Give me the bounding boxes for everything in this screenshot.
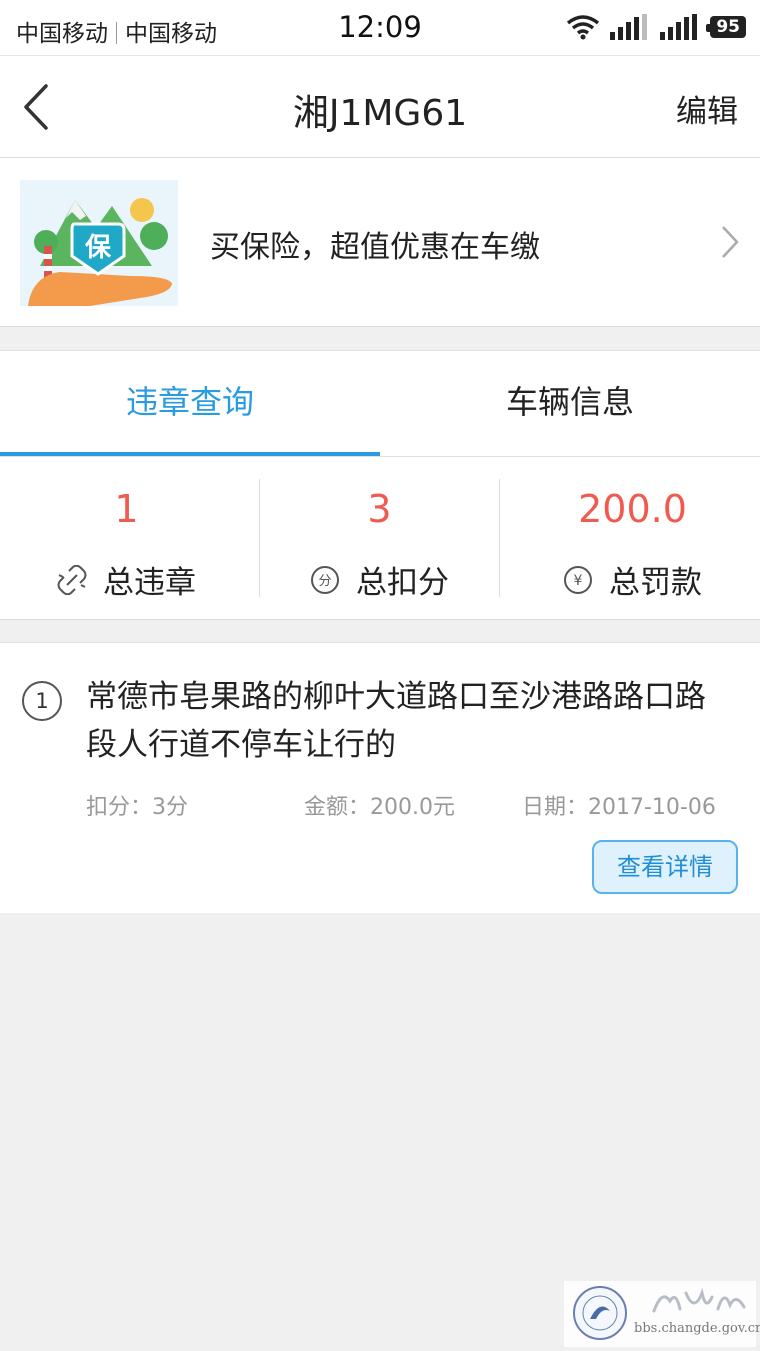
- points-icon: 分: [311, 565, 339, 594]
- insurance-banner[interactable]: 保 买保险，超值优惠在车缴: [0, 158, 760, 327]
- record-amount: 金额：200.0元: [304, 795, 455, 820]
- yuan-icon: ¥: [564, 565, 592, 594]
- tab-vehicle-info[interactable]: 车辆信息: [380, 351, 760, 455]
- insurance-badge-char: 保: [84, 233, 112, 263]
- wifi-icon: [567, 15, 600, 40]
- record-index: 1: [22, 681, 62, 721]
- status-bar: 中国移动 中国移动 12:09 95: [0, 0, 760, 56]
- forum-seal-icon: [573, 1286, 627, 1340]
- status-icons: 95: [566, 12, 746, 42]
- points-icon-char: 分: [318, 574, 331, 589]
- view-details-button[interactable]: 查看详情: [592, 840, 738, 894]
- stat-label: 总扣分: [356, 565, 449, 601]
- stat-total-violations: 1 总违章: [0, 457, 253, 618]
- chevron-right-icon: [722, 226, 739, 258]
- stat-value: 1: [114, 487, 139, 531]
- violation-record: 1 常德市皂果路的柳叶大道路口至沙港路路口路段人行道不停车让行的 扣分：3分 金…: [0, 642, 760, 913]
- yuan-icon-char: ¥: [574, 573, 583, 589]
- tabs-panel: 违章查询 车辆信息 1 总违章 3 分 总扣分 200.0 ¥ 总罚款: [0, 350, 760, 620]
- banner-text: 买保险，超值优惠在车缴: [210, 230, 540, 265]
- stat-value: 200.0: [578, 487, 687, 531]
- stat-divider: [499, 479, 500, 597]
- page-title: 湘J1MG61: [292, 93, 468, 134]
- stat-total-fine: 200.0 ¥ 总罚款: [506, 457, 759, 618]
- broken-link-icon: [57, 564, 87, 595]
- stat-value: 3: [367, 487, 392, 531]
- stat-label: 总罚款: [609, 565, 702, 601]
- forum-watermark: bbs.changde.gov.cn: [564, 1281, 760, 1347]
- battery-indicator: 95: [706, 16, 746, 38]
- record-date: 日期：2017-10-06: [522, 795, 716, 820]
- edit-button[interactable]: 编辑: [676, 86, 738, 131]
- stat-label-row: 总违章: [0, 557, 253, 602]
- insurance-illustration-icon: 保: [20, 180, 178, 306]
- tab-violation-query[interactable]: 违章查询: [0, 351, 380, 455]
- signal-icon-2: [660, 14, 698, 40]
- stat-label: 总违章: [103, 565, 196, 601]
- record-title: 常德市皂果路的柳叶大道路口至沙港路路口路段人行道不停车让行的: [86, 679, 706, 763]
- nav-bar: 湘J1MG61 编辑: [0, 56, 760, 158]
- stat-label-row: 分 总扣分: [253, 557, 506, 602]
- record-points: 扣分：3分: [86, 795, 188, 820]
- forum-url: bbs.changde.gov.cn: [634, 1321, 760, 1336]
- stat-label-row: ¥ 总罚款: [506, 557, 759, 602]
- forum-script-logo: [652, 1287, 746, 1313]
- stat-total-points: 3 分 总扣分: [253, 457, 506, 618]
- signal-icon-1: [610, 14, 648, 40]
